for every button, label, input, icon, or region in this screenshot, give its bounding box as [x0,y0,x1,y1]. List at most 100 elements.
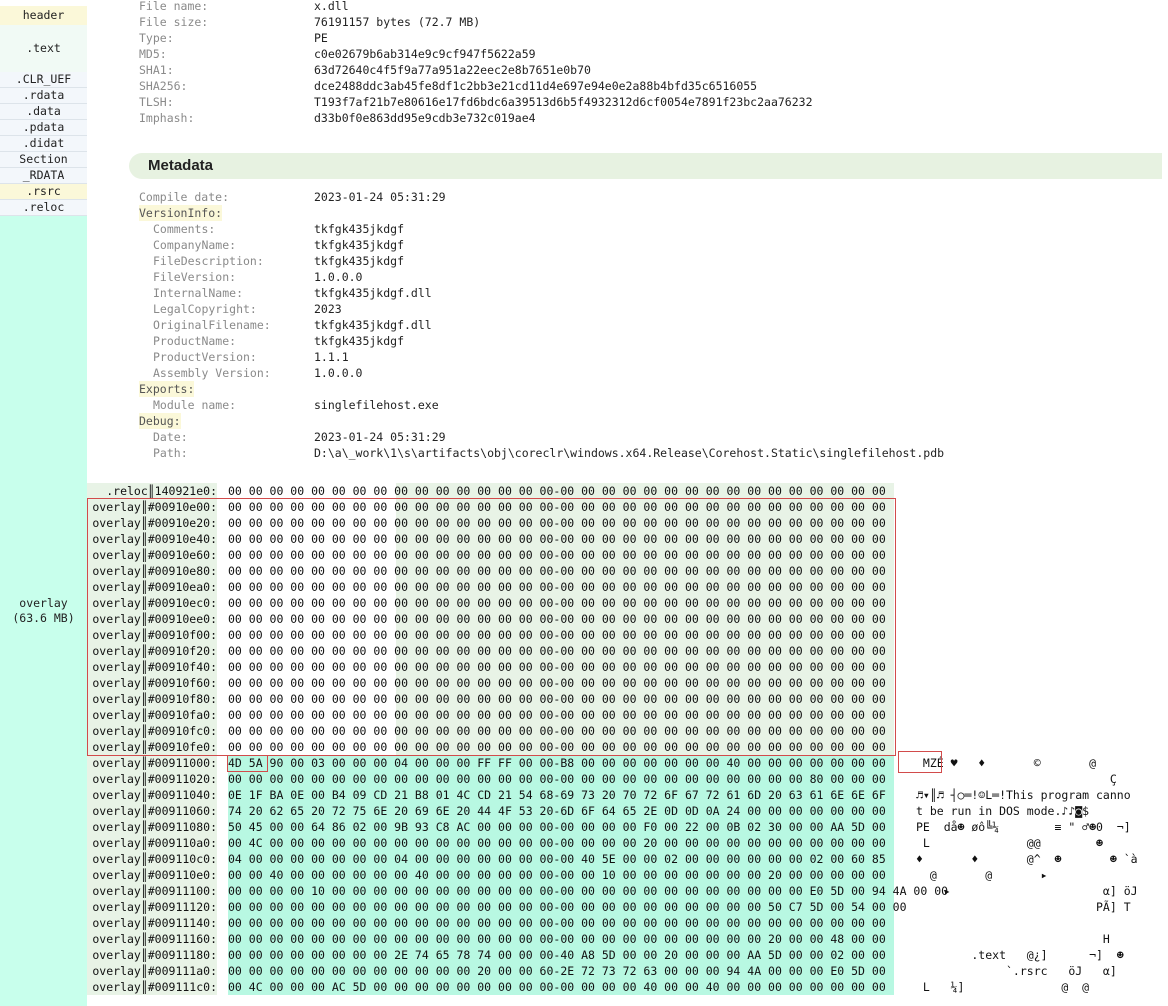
hex-row[interactable]: overlay║#00910f20: 00 00 00 00 00 00 00 0… [0,643,1168,659]
hex-row[interactable]: overlay║#00910e60: 00 00 00 00 00 00 00 0… [0,547,1168,563]
hex-bytes[interactable]: 00 00 00 00 00 00 00 00 00 00 00 00 00 0… [228,899,907,915]
hex-bytes[interactable]: 00 00 00 00 00 00 00 00 00 00 00 00 00 0… [228,739,894,755]
hex-bytes[interactable]: 00 00 00 00 00 00 00 00 00 00 00 00 00 0… [228,627,894,643]
hex-offset-label: overlay║#009110a0: [92,836,217,850]
hex-row[interactable]: overlay║#00910f00: 00 00 00 00 00 00 00 0… [0,627,1168,643]
hex-row[interactable]: overlay║#00910ea0: 00 00 00 00 00 00 00 0… [0,579,1168,595]
hex-bytes[interactable]: 00 00 00 00 00 00 00 00 00 00 00 00 00 0… [228,499,894,515]
hex-offset-label: overlay║#00911080: [92,820,217,834]
hex-bytes[interactable]: 00 00 00 00 00 00 00 00 00 00 00 00 00 0… [228,595,894,611]
hex-row[interactable]: overlay║#009110c0: 04 00 00 00 00 00 00 0… [0,851,1168,867]
hex-bytes[interactable]: 00 00 00 00 00 00 00 00 00 00 00 00 00 0… [228,611,894,627]
metadata-key: Assembly Version: [153,366,271,380]
hex-bytes[interactable]: 00 00 00 00 00 00 00 00 00 00 00 00 00 0… [228,771,894,787]
hex-row[interactable]: overlay║#00910f40: 00 00 00 00 00 00 00 0… [0,659,1168,675]
hex-bytes[interactable]: 00 00 00 00 00 00 00 00 00 00 00 00 00 0… [228,579,894,595]
hex-bytes[interactable]: 00 4C 00 00 00 AC 5D 00 00 00 00 00 00 0… [228,979,894,995]
hex-bytes[interactable]: 74 20 62 65 20 72 75 6E 20 69 6E 20 44 4… [228,803,894,819]
hex-ascii: t be run in DOS mode.♪♪◙$ [916,804,1090,818]
hex-row[interactable]: overlay║#00910e40: 00 00 00 00 00 00 00 0… [0,531,1168,547]
sidebar-item-didat[interactable]: .didat [0,136,87,152]
hex-row[interactable]: overlay║#00911060: 74 20 62 65 20 72 75 6… [0,803,1168,819]
metadata-key: CompanyName: [153,238,237,252]
hex-row[interactable]: overlay║#00910ec0: 00 00 00 00 00 00 00 0… [0,595,1168,611]
hex-row[interactable]: .reloc║140921e0: 00 00 00 00 00 00 00 00 … [0,483,1168,499]
sidebar-item-reloc[interactable]: .reloc [0,200,87,216]
hex-row[interactable]: overlay║#00911120: 00 00 00 00 00 00 00 0… [0,899,1168,915]
metadata-value: 2023 [314,302,342,316]
hex-bytes[interactable]: 00 00 00 00 00 00 00 00 00 00 00 00 00 0… [228,675,894,691]
metadata-key: FileVersion: [153,270,237,284]
sidebar-item-section[interactable]: Section [0,152,87,168]
metadata-value: 1.0.0.0 [314,270,363,284]
hex-bytes[interactable]: 00 00 00 00 00 00 00 00 00 00 00 00 00 0… [228,643,894,659]
hex-row[interactable]: overlay║#00910e80: 00 00 00 00 00 00 00 0… [0,563,1168,579]
metadata-key: Path: [153,446,188,460]
hex-bytes[interactable]: 00 00 00 00 00 00 00 00 00 00 00 00 00 0… [228,563,894,579]
hex-row[interactable]: overlay║#00911040: 0E 1F BA 0E 00 B4 09 C… [0,787,1168,803]
hex-offset-label: overlay║#00910fa0: [92,708,217,722]
hex-bytes[interactable]: 00 00 00 00 00 00 00 00 00 00 00 00 00 0… [228,483,894,499]
hex-bytes[interactable]: 0E 1F BA 0E 00 B4 09 CD 21 B8 01 4C CD 2… [228,787,894,803]
sidebar-item-header[interactable]: header [0,6,87,25]
hex-ascii: MZÉ ♥ ♦ © @ [916,756,1097,770]
hex-bytes[interactable]: 4D 5A 90 00 03 00 00 00 04 00 00 00 FF F… [228,755,894,771]
hex-row[interactable]: overlay║#00910e00: 00 00 00 00 00 00 00 0… [0,499,1168,515]
hex-offset-label: overlay║#00910f00: [92,628,217,642]
hex-row[interactable]: overlay║#00911160: 00 00 00 00 00 00 00 0… [0,931,1168,947]
hex-bytes[interactable]: 00 00 00 00 00 00 00 00 00 00 00 00 00 0… [228,707,894,723]
hex-bytes[interactable]: 00 00 00 00 00 00 00 00 00 00 00 00 00 0… [228,931,894,947]
hex-row[interactable]: overlay║#00910e20: 00 00 00 00 00 00 00 0… [0,515,1168,531]
sidebar-item-pdata[interactable]: .pdata [0,120,87,136]
hex-bytes[interactable]: 00 00 00 00 00 00 00 00 00 00 00 00 20 0… [228,963,894,979]
hex-bytes[interactable]: 00 00 00 00 00 00 00 00 00 00 00 00 00 0… [228,915,894,931]
hex-bytes[interactable]: 00 00 00 00 00 00 00 00 00 00 00 00 00 0… [228,531,894,547]
metadata-value: singlefilehost.exe [314,398,439,412]
hex-row[interactable]: overlay║#009111c0: 00 4C 00 00 00 AC 5D 0… [0,979,1168,995]
hex-bytes[interactable]: 00 00 00 00 00 00 00 00 2E 74 65 78 74 0… [228,947,894,963]
hex-bytes[interactable]: 04 00 00 00 00 00 00 00 04 00 00 00 00 0… [228,851,894,867]
sidebar-item-data[interactable]: .data [0,104,87,120]
hex-row[interactable]: overlay║#009110e0: 00 00 40 00 00 00 00 0… [0,867,1168,883]
hex-offset-label: overlay║#00911180: [92,948,217,962]
hex-row[interactable]: overlay║#00910ee0: 00 00 00 00 00 00 00 0… [0,611,1168,627]
hex-bytes[interactable]: 00 00 00 00 00 00 00 00 00 00 00 00 00 0… [228,691,894,707]
hex-bytes[interactable]: 00 00 00 00 00 00 00 00 00 00 00 00 00 0… [228,547,894,563]
hex-row[interactable]: overlay║#00911000: 4D 5A 90 00 03 00 00 0… [0,755,1168,771]
metadata-key: Module name: [153,398,237,412]
hex-bytes[interactable]: 00 00 00 00 00 00 00 00 00 00 00 00 00 0… [228,659,894,675]
hex-row[interactable]: overlay║#00911140: 00 00 00 00 00 00 00 0… [0,915,1168,931]
hex-bytes[interactable]: 00 00 40 00 00 00 00 00 00 40 00 00 00 0… [228,867,894,883]
sidebar-item-rdata2[interactable]: _RDATA [0,168,87,184]
metadata-header: Metadata [129,153,1162,179]
hex-ascii: Ç [916,772,1117,786]
hex-row[interactable]: overlay║#00911100: 00 00 00 00 10 00 00 0… [0,883,1168,899]
metadata-section-label: Debug: [139,413,181,429]
hex-row[interactable]: overlay║#00911180: 00 00 00 00 00 00 00 0… [0,947,1168,963]
hex-bytes[interactable]: 00 00 00 00 00 00 00 00 00 00 00 00 00 0… [228,723,894,739]
hex-bytes[interactable]: 00 00 00 00 00 00 00 00 00 00 00 00 00 0… [228,515,894,531]
hex-row[interactable]: overlay║#00910fa0: 00 00 00 00 00 00 00 0… [0,707,1168,723]
hex-offset-label: .reloc║140921e0: [106,484,217,498]
sidebar-item-rsrc[interactable]: .rsrc [0,184,87,200]
hex-bytes[interactable]: 50 45 00 00 64 86 02 00 9B 93 C8 AC 00 0… [228,819,894,835]
hex-row[interactable]: overlay║#00911080: 50 45 00 00 64 86 02 0… [0,819,1168,835]
sidebar-item-text[interactable]: .text [0,25,87,72]
file-info-value: PE [314,31,328,45]
metadata-key: ProductVersion: [153,350,257,364]
hex-row[interactable]: overlay║#00910fc0: 00 00 00 00 00 00 00 0… [0,723,1168,739]
hex-bytes[interactable]: 00 00 00 00 10 00 00 00 00 00 00 00 00 0… [228,883,948,899]
hex-offset-label: overlay║#00910e20: [92,516,217,530]
file-info-value: 63d72640c4f5f9a77a951a22eec2e8b7651e0b70 [314,63,591,77]
hex-bytes[interactable]: 00 4C 00 00 00 00 00 00 00 00 00 00 00 0… [228,835,894,851]
hex-row[interactable]: overlay║#00910f80: 00 00 00 00 00 00 00 0… [0,691,1168,707]
hex-offset-label: overlay║#00910fe0: [92,740,217,754]
hex-row[interactable]: overlay║#009110a0: 00 4C 00 00 00 00 00 0… [0,835,1168,851]
hex-row[interactable]: overlay║#00910fe0: 00 00 00 00 00 00 00 0… [0,739,1168,755]
hex-row[interactable]: overlay║#00911020: 00 00 00 00 00 00 00 0… [0,771,1168,787]
metadata-value: tkfgk435jkdgf [314,334,405,348]
sidebar-item-clr-uef[interactable]: .CLR_UEF [0,72,87,88]
hex-row[interactable]: overlay║#009111a0: 00 00 00 00 00 00 00 0… [0,963,1168,979]
hex-row[interactable]: overlay║#00910f60: 00 00 00 00 00 00 00 0… [0,675,1168,691]
sidebar-item-rdata[interactable]: .rdata [0,88,87,104]
